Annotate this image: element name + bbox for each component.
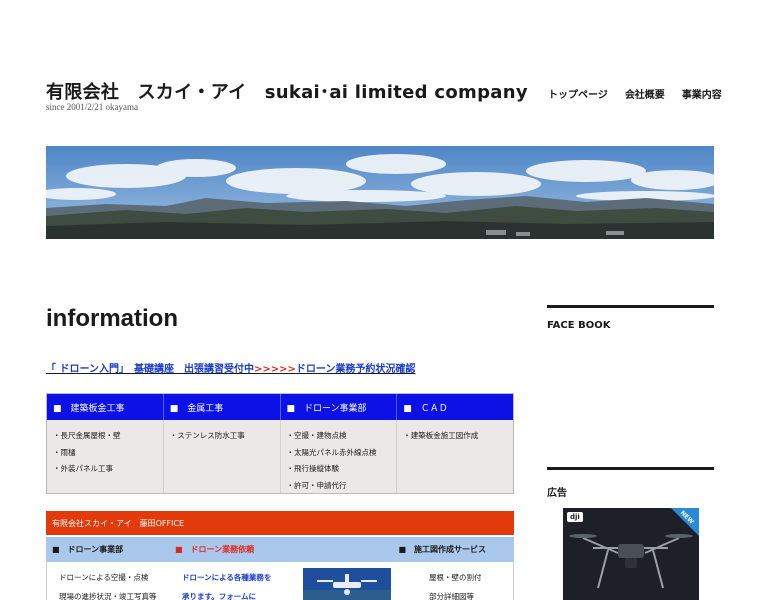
notice-arrows: >>>>> <box>253 364 296 375</box>
drone-course-notice-link[interactable]: 「 ドローン入門」 基礎講座 出張講習受付中>>>>>ドローン業務予約状況確認 <box>46 360 415 375</box>
list-item: 部分詳細図等 <box>429 592 474 600</box>
office-title: 有限会社スカイ・アイ 藤田OFFICE <box>46 511 514 535</box>
services-header-cad: ■ ＣＡＤ <box>403 403 448 414</box>
office-table: 有限会社スカイ・アイ 藤田OFFICE ■ ドローン事業部 ■ ドローン業務依頼… <box>46 511 514 600</box>
top-navigation: トップページ 会社概要 事業内容 <box>548 86 722 101</box>
services-col-metal: ・ステンレス防水工事 <box>164 420 281 493</box>
nav-item-top[interactable]: トップページ <box>548 86 608 101</box>
header-banner-image <box>46 146 714 239</box>
sidebar-divider <box>547 305 714 308</box>
nav-item-business[interactable]: 事業内容 <box>682 86 722 101</box>
list-item: ・建築板金施工図作成 <box>403 431 479 440</box>
list-item: ・ステンレス防水工事 <box>169 431 245 440</box>
office-col-drawing: 屋根・壁の割付 部分詳細図等 <box>413 562 513 600</box>
notice-part1[interactable]: 「 ドローン入門」 基礎講座 出張講習受付中 <box>46 364 254 375</box>
ad-heading: 広告 <box>547 488 567 499</box>
office-col-drone: ドローンによる空撮・点検 現場の進捗状況・竣工写真等 <box>47 562 170 600</box>
list-item: ・雨樋 <box>53 447 76 457</box>
page-heading: information <box>46 305 178 332</box>
services-col-sheet-metal: ・長尺金属屋根・壁 ・雨樋 ・外装パネル工事 <box>47 420 164 493</box>
list-item: ・空撮・建物点検 <box>286 431 347 440</box>
site-tagline: since 2001/2/21 okayama <box>46 102 138 112</box>
list-item: ・太陽光パネル赤外線点検 <box>286 447 377 457</box>
services-body-row: ・長尺金属屋根・壁 ・雨樋 ・外装パネル工事 ・ステンレス防水工事 ・空撮・建物… <box>47 420 513 493</box>
drone-photo <box>293 562 413 600</box>
office-body-row: ドローンによる空撮・点検 現場の進捗状況・竣工写真等 ドローンによる各種業務を … <box>46 562 514 600</box>
services-col-drone: ・空撮・建物点検 ・太陽光パネル赤外線点検 ・飛行操縦体験 ・許可・申請代行 <box>281 420 398 493</box>
list-item[interactable]: ドローンによる各種業務を <box>176 566 293 585</box>
office-subheader-drone: ■ ドローン事業部 <box>52 545 124 554</box>
list-item: ・許可・申請代行 <box>286 480 347 490</box>
list-item: 現場の進捗状況・竣工写真等 <box>59 592 157 600</box>
services-header-metal: ■ 金属工事 <box>164 394 281 420</box>
site-title[interactable]: 有限会社 スカイ・アイ sukai･ai limited company <box>46 78 528 104</box>
sidebar-divider <box>547 467 714 470</box>
office-subheader-drawing: ■ 施工図作成サービス <box>398 545 486 554</box>
list-item: ・外装パネル工事 <box>53 464 113 473</box>
list-item: ・飛行操縦体験 <box>286 464 340 473</box>
list-item: 屋根・壁の割付 <box>429 573 482 582</box>
nav-item-company[interactable]: 会社概要 <box>625 86 665 101</box>
list-item: ドローンによる空撮・点検 <box>59 573 149 582</box>
drone-advertisement[interactable]: dji NEW <box>563 508 699 600</box>
services-col-cad: ・建築板金施工図作成 <box>397 420 513 493</box>
list-item: ・長尺金属屋根・壁 <box>53 431 121 440</box>
services-table: ■ 建築板金工事 ■ 金属工事 ■ ドローン事業部 ■ ＣＡＤ ・長尺金属屋根・… <box>46 393 514 494</box>
services-header-row: ■ 建築板金工事 ■ 金属工事 ■ ドローン事業部 ■ ＣＡＤ <box>47 394 513 420</box>
office-col-request[interactable]: ドローンによる各種業務を 承ります。フォームに <box>170 562 293 600</box>
services-header-sheet-metal: ■ 建築板金工事 <box>47 394 164 420</box>
ad-brand-logo: dji <box>567 512 583 522</box>
services-header-drone: ■ ドローン事業部 <box>281 394 398 420</box>
list-item[interactable]: 承ります。フォームに <box>176 585 293 600</box>
office-subheader-request[interactable]: ■ ドローン業務依頼 <box>169 537 292 562</box>
office-subheader-row: ■ ドローン事業部 ■ ドローン業務依頼 ■ 施工図作成サービス <box>46 537 514 562</box>
notice-part2[interactable]: ドローン業務予約状況確認 <box>296 364 416 375</box>
facebook-heading: FACE BOOK <box>547 320 611 331</box>
